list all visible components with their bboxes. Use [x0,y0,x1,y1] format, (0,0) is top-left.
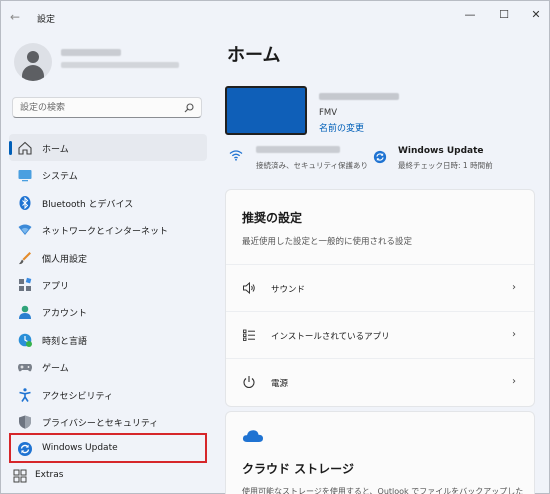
recommended-row-sound[interactable]: サウンド › [226,264,534,311]
highlight-annotation-box [9,433,207,463]
network-status: 接続済み、セキュリティ保護あり [256,161,369,170]
time-language-icon [18,333,32,347]
sidebar-item-gaming[interactable]: ゲーム [9,353,207,380]
search-input[interactable] [20,101,180,115]
cloud-storage-card: クラウド ストレージ 使用可能なストレージを使用すると、Outlook でファイ… [225,411,535,494]
back-button[interactable]: ← [10,10,26,24]
sidebar-item-label: ゲーム [42,364,69,375]
active-indicator [9,141,12,155]
windows-update-status-subtitle: 最終チェック日時: 1 時間前 [398,161,493,170]
sidebar-item-label: Extras [35,470,64,480]
power-icon [243,376,255,389]
sidebar-item-apps[interactable]: アプリ [9,271,207,298]
sidebar-nav: ホーム システム Bluetooth とデバイス ネットワークとインターネット [9,134,207,463]
sidebar-item-label: Bluetooth とデバイス [42,199,134,210]
sidebar-item-accessibility[interactable]: アクセシビリティ [9,381,207,408]
bluetooth-icon [19,195,31,210]
privacy-shield-icon [19,415,31,429]
sidebar-item-account[interactable]: アカウント [9,298,207,325]
row-label: 電源 [271,379,289,389]
installed-apps-icon [243,329,255,341]
sidebar-item-privacy[interactable]: プライバシーとセキュリティ [9,408,207,435]
search-icon[interactable] [184,103,194,113]
sidebar-item-personalization[interactable]: 個人用設定 [9,244,207,271]
search-box[interactable] [12,97,202,118]
windows-update-status-title[interactable]: Windows Update [398,146,484,156]
profile-name-redacted [61,49,121,56]
card-title: 推奨の設定 [242,211,303,225]
sidebar-item-label: アクセシビリティ [42,391,114,402]
sidebar-item-label: ホーム [42,145,69,155]
accessibility-icon [19,387,31,402]
apps-icon [19,277,32,291]
system-icon [18,170,32,182]
settings-window: ← 設定 — ☐ ✕ ホーム システム [0,0,550,494]
row-label: インストールされているアプリ [271,332,390,342]
sidebar-item-label: ネットワークとインターネット [42,227,169,238]
sidebar-item-label: アプリ [42,281,70,292]
rename-link[interactable]: 名前の変更 [319,121,364,134]
card-subtitle: 最近使用した設定と一般的に使用される設定 [242,237,413,247]
chevron-right-icon: › [512,329,516,340]
extras-icon [13,469,27,483]
network-icon [18,224,32,236]
row-label: サウンド [271,285,306,295]
user-avatar-icon[interactable] [14,43,52,81]
sidebar-item-home[interactable]: ホーム [9,134,207,162]
page-title: ホーム [227,45,281,66]
cloud-icon [242,430,263,442]
minimize-button[interactable]: — [453,5,487,25]
recommended-settings-card: 推奨の設定 最近使用した設定と一般的に使用される設定 サウンド › インストール… [225,189,535,407]
speaker-icon [243,281,255,295]
gaming-icon [18,364,32,372]
account-icon [19,306,31,320]
recommended-row-power[interactable]: 電源 › [226,358,534,405]
profile-email-redacted [61,62,179,68]
windows-update-status-icon [373,150,387,164]
card-subtitle: 使用可能なストレージを使用すると、Outlook でファイルをバックアップした [242,487,524,494]
home-icon [18,141,32,155]
app-title: 設定 [37,15,56,25]
sidebar-item-label: アカウント [42,309,88,320]
sidebar-item-label: システム [42,172,78,183]
device-name-redacted [319,93,399,100]
sidebar-item-network[interactable]: ネットワークとインターネット [9,216,207,243]
device-image [225,86,307,135]
close-button[interactable]: ✕ [519,5,550,25]
title-bar: ← 設定 — ☐ ✕ [1,1,549,33]
personalization-icon [19,251,31,264]
chevron-right-icon: › [512,282,516,293]
card-title: クラウド ストレージ [242,462,354,476]
sidebar-item-label: 時刻と言語 [42,336,88,347]
recommended-row-installed-apps[interactable]: インストールされているアプリ › [226,311,534,358]
wifi-icon [229,150,243,161]
sidebar-item-time-language[interactable]: 時刻と言語 [9,326,207,353]
maximize-button[interactable]: ☐ [487,5,521,25]
sidebar-item-label: 個人用設定 [42,254,88,265]
network-name-redacted [256,146,340,153]
chevron-right-icon: › [512,376,516,387]
sidebar-item-system[interactable]: システム [9,161,207,188]
sidebar-item-label: プライバシーとセキュリティ [42,418,159,429]
sidebar-item-bluetooth[interactable]: Bluetooth とデバイス [9,189,207,216]
sidebar-item-extras[interactable]: Extras [9,467,207,485]
device-model: FMV [319,108,338,118]
